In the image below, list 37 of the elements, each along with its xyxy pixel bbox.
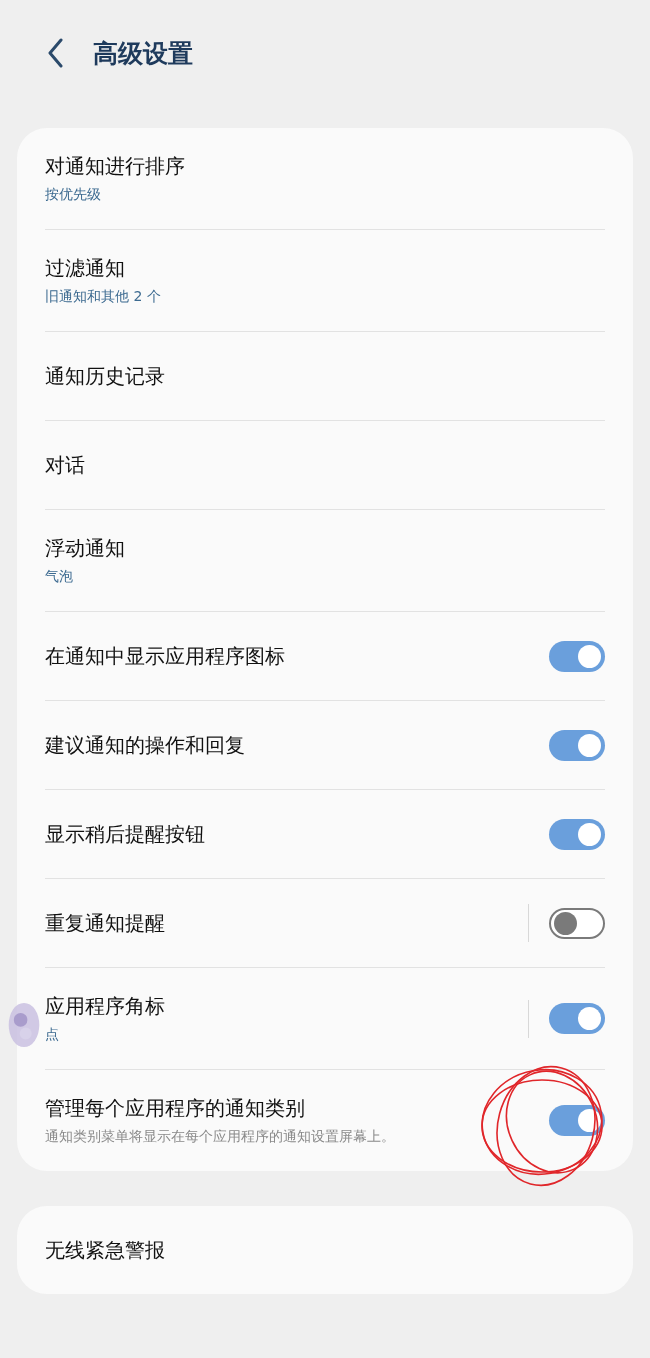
setting-label: 重复通知提醒 (45, 909, 166, 937)
toggle-switch[interactable] (549, 818, 605, 850)
setting-label: 管理每个应用程序的通知类别 (45, 1095, 306, 1122)
setting-subtitle: 点 (45, 1026, 60, 1044)
toggle-switch[interactable] (549, 1003, 605, 1034)
settings-row[interactable]: 重复通知提醒 (45, 879, 605, 967)
setting-label: 显示稍后提醒按钮 (45, 820, 206, 848)
settings-row[interactable]: 在通知中显示应用程序图标 (45, 612, 605, 700)
settings-row[interactable]: 过滤通知 旧通知和其他 2 个 (45, 230, 605, 331)
setting-subtitle: 按优先级 (45, 186, 102, 204)
toggle-switch[interactable] (549, 1105, 605, 1136)
setting-label: 通知历史记录 (45, 362, 166, 390)
settings-row[interactable]: 无线紧急警报 (45, 1206, 605, 1294)
setting-label: 对话 (45, 451, 86, 479)
setting-subtitle: 气泡 (45, 568, 74, 586)
setting-label: 过滤通知 (45, 255, 126, 282)
setting-label: 在通知中显示应用程序图标 (45, 642, 286, 670)
settings-row[interactable]: 管理每个应用程序的通知类别 通知类别菜单将显示在每个应用程序的通知设置屏幕上。 (45, 1070, 605, 1171)
setting-subtitle: 通知类别菜单将显示在每个应用程序的通知设置屏幕上。 (45, 1128, 396, 1146)
settings-row[interactable]: 通知历史记录 (45, 332, 605, 420)
setting-label: 建议通知的操作和回复 (45, 731, 246, 759)
settings-row[interactable]: 对话 (45, 421, 605, 509)
toggle-switch[interactable] (549, 729, 605, 761)
settings-row[interactable]: 建议通知的操作和回复 (45, 701, 605, 789)
setting-label: 应用程序角标 (45, 993, 166, 1020)
setting-label: 浮动通知 (45, 535, 126, 562)
settings-row[interactable]: 应用程序角标 点 (45, 968, 605, 1069)
setting-label: 无线紧急警报 (45, 1236, 166, 1264)
toggle-switch[interactable] (549, 907, 605, 939)
toggle-switch[interactable] (549, 640, 605, 672)
setting-subtitle: 旧通知和其他 2 个 (45, 288, 162, 306)
setting-label: 对通知进行排序 (45, 153, 186, 180)
settings-row[interactable]: 显示稍后提醒按钮 (45, 790, 605, 878)
settings-row[interactable]: 浮动通知 气泡 (45, 510, 605, 611)
settings-row[interactable]: 对通知进行排序 按优先级 (45, 128, 605, 229)
back-icon[interactable] (47, 38, 63, 68)
page-title: 高级设置 (93, 37, 193, 70)
